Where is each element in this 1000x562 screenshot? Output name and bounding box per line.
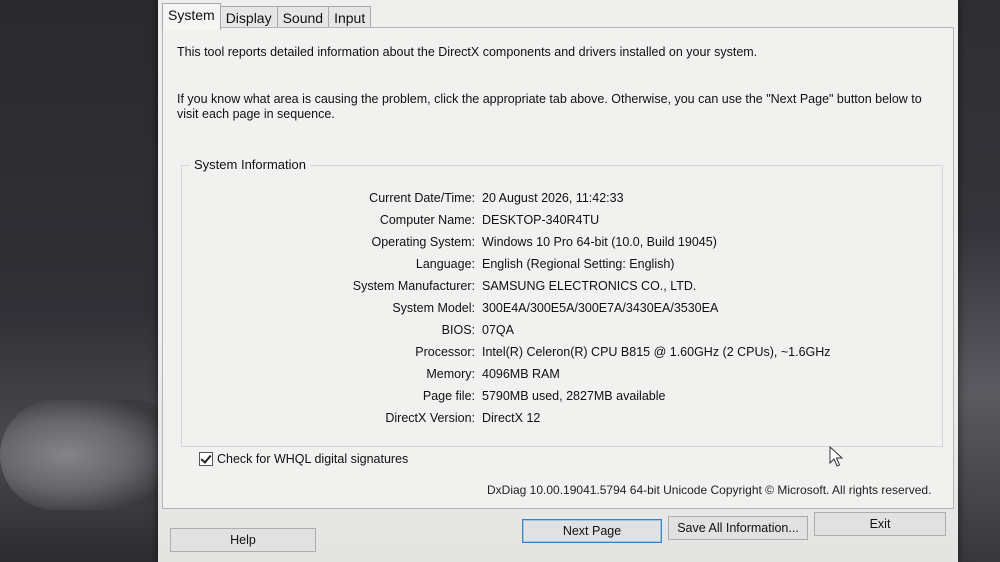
info-label: System Manufacturer:	[352, 279, 475, 293]
info-label: Operating System:	[371, 235, 475, 249]
info-row-system-model: System Model: 300E4A/300E5A/300E7A/3430E…	[182, 301, 942, 321]
info-row-operating-system: Operating System: Windows 10 Pro 64-bit …	[182, 235, 942, 255]
background-right	[955, 0, 1000, 562]
info-row-system-manufacturer: System Manufacturer: SAMSUNG ELECTRONICS…	[182, 279, 942, 299]
info-value: 4096MB RAM	[482, 367, 560, 381]
info-value: English (Regional Setting: English)	[482, 257, 675, 271]
system-tab-panel: This tool reports detailed information a…	[162, 27, 954, 509]
info-label: Computer Name:	[379, 213, 475, 227]
mouse-cursor-icon	[829, 446, 844, 467]
info-row-datetime: Current Date/Time: 20 August 2026, 11:42…	[182, 191, 942, 211]
info-row-page-file: Page file: 5790MB used, 2827MB available	[182, 389, 942, 409]
info-value: Intel(R) Celeron(R) CPU B815 @ 1.60GHz (…	[482, 345, 831, 359]
info-row-computer-name: Computer Name: DESKTOP-340R4TU	[182, 213, 942, 233]
exit-button[interactable]: Exit	[814, 512, 946, 536]
info-label: BIOS:	[441, 323, 475, 337]
info-value: SAMSUNG ELECTRONICS CO., LTD.	[482, 279, 697, 293]
whql-checkbox[interactable]	[199, 452, 213, 466]
info-label: Memory:	[426, 367, 475, 381]
info-label: System Model:	[392, 301, 475, 315]
group-title: System Information	[190, 157, 310, 172]
tab-strip: System Display Sound Input	[162, 3, 372, 30]
info-value: 07QA	[482, 323, 514, 337]
system-information-group: System Information Current Date/Time: 20…	[181, 157, 943, 447]
info-value: 5790MB used, 2827MB available	[482, 389, 666, 403]
whql-checkbox-row[interactable]: Check for WHQL digital signatures	[199, 452, 408, 466]
info-value: DirectX 12	[482, 411, 541, 425]
info-label: DirectX Version:	[385, 411, 475, 425]
info-row-bios: BIOS: 07QA	[182, 323, 942, 343]
info-row-memory: Memory: 4096MB RAM	[182, 367, 942, 387]
copyright-text: DxDiag 10.00.19041.5794 64-bit Unicode C…	[487, 483, 932, 497]
instructions-text-line1: If you know what area is causing the pro…	[177, 92, 922, 106]
info-value: 20 August 2026, 11:42:33	[482, 191, 624, 205]
info-row-directx-version: DirectX Version: DirectX 12	[182, 411, 942, 431]
tab-system[interactable]: System	[162, 3, 221, 30]
info-label: Language:	[415, 257, 475, 271]
save-all-information-button[interactable]: Save All Information...	[668, 516, 808, 540]
intro-text: This tool reports detailed information a…	[177, 45, 758, 59]
info-value: Windows 10 Pro 64-bit (10.0, Build 19045…	[482, 235, 717, 249]
info-label: Current Date/Time:	[369, 191, 475, 205]
info-label: Processor:	[415, 345, 475, 359]
info-value: DESKTOP-340R4TU	[482, 213, 600, 227]
info-value: 300E4A/300E5A/300E7A/3430EA/3530EA	[482, 301, 719, 315]
info-label: Page file:	[422, 389, 475, 403]
dxdiag-window: System Display Sound Input This tool rep…	[158, 0, 958, 562]
info-row-processor: Processor: Intel(R) Celeron(R) CPU B815 …	[182, 345, 942, 365]
info-row-language: Language: English (Regional Setting: Eng…	[182, 257, 942, 277]
background-pillow	[0, 400, 165, 510]
help-button[interactable]: Help	[170, 528, 316, 552]
instructions-text-line2: visit each page in sequence.	[177, 107, 335, 121]
whql-checkbox-label[interactable]: Check for WHQL digital signatures	[217, 452, 408, 466]
next-page-button[interactable]: Next Page	[522, 519, 662, 543]
